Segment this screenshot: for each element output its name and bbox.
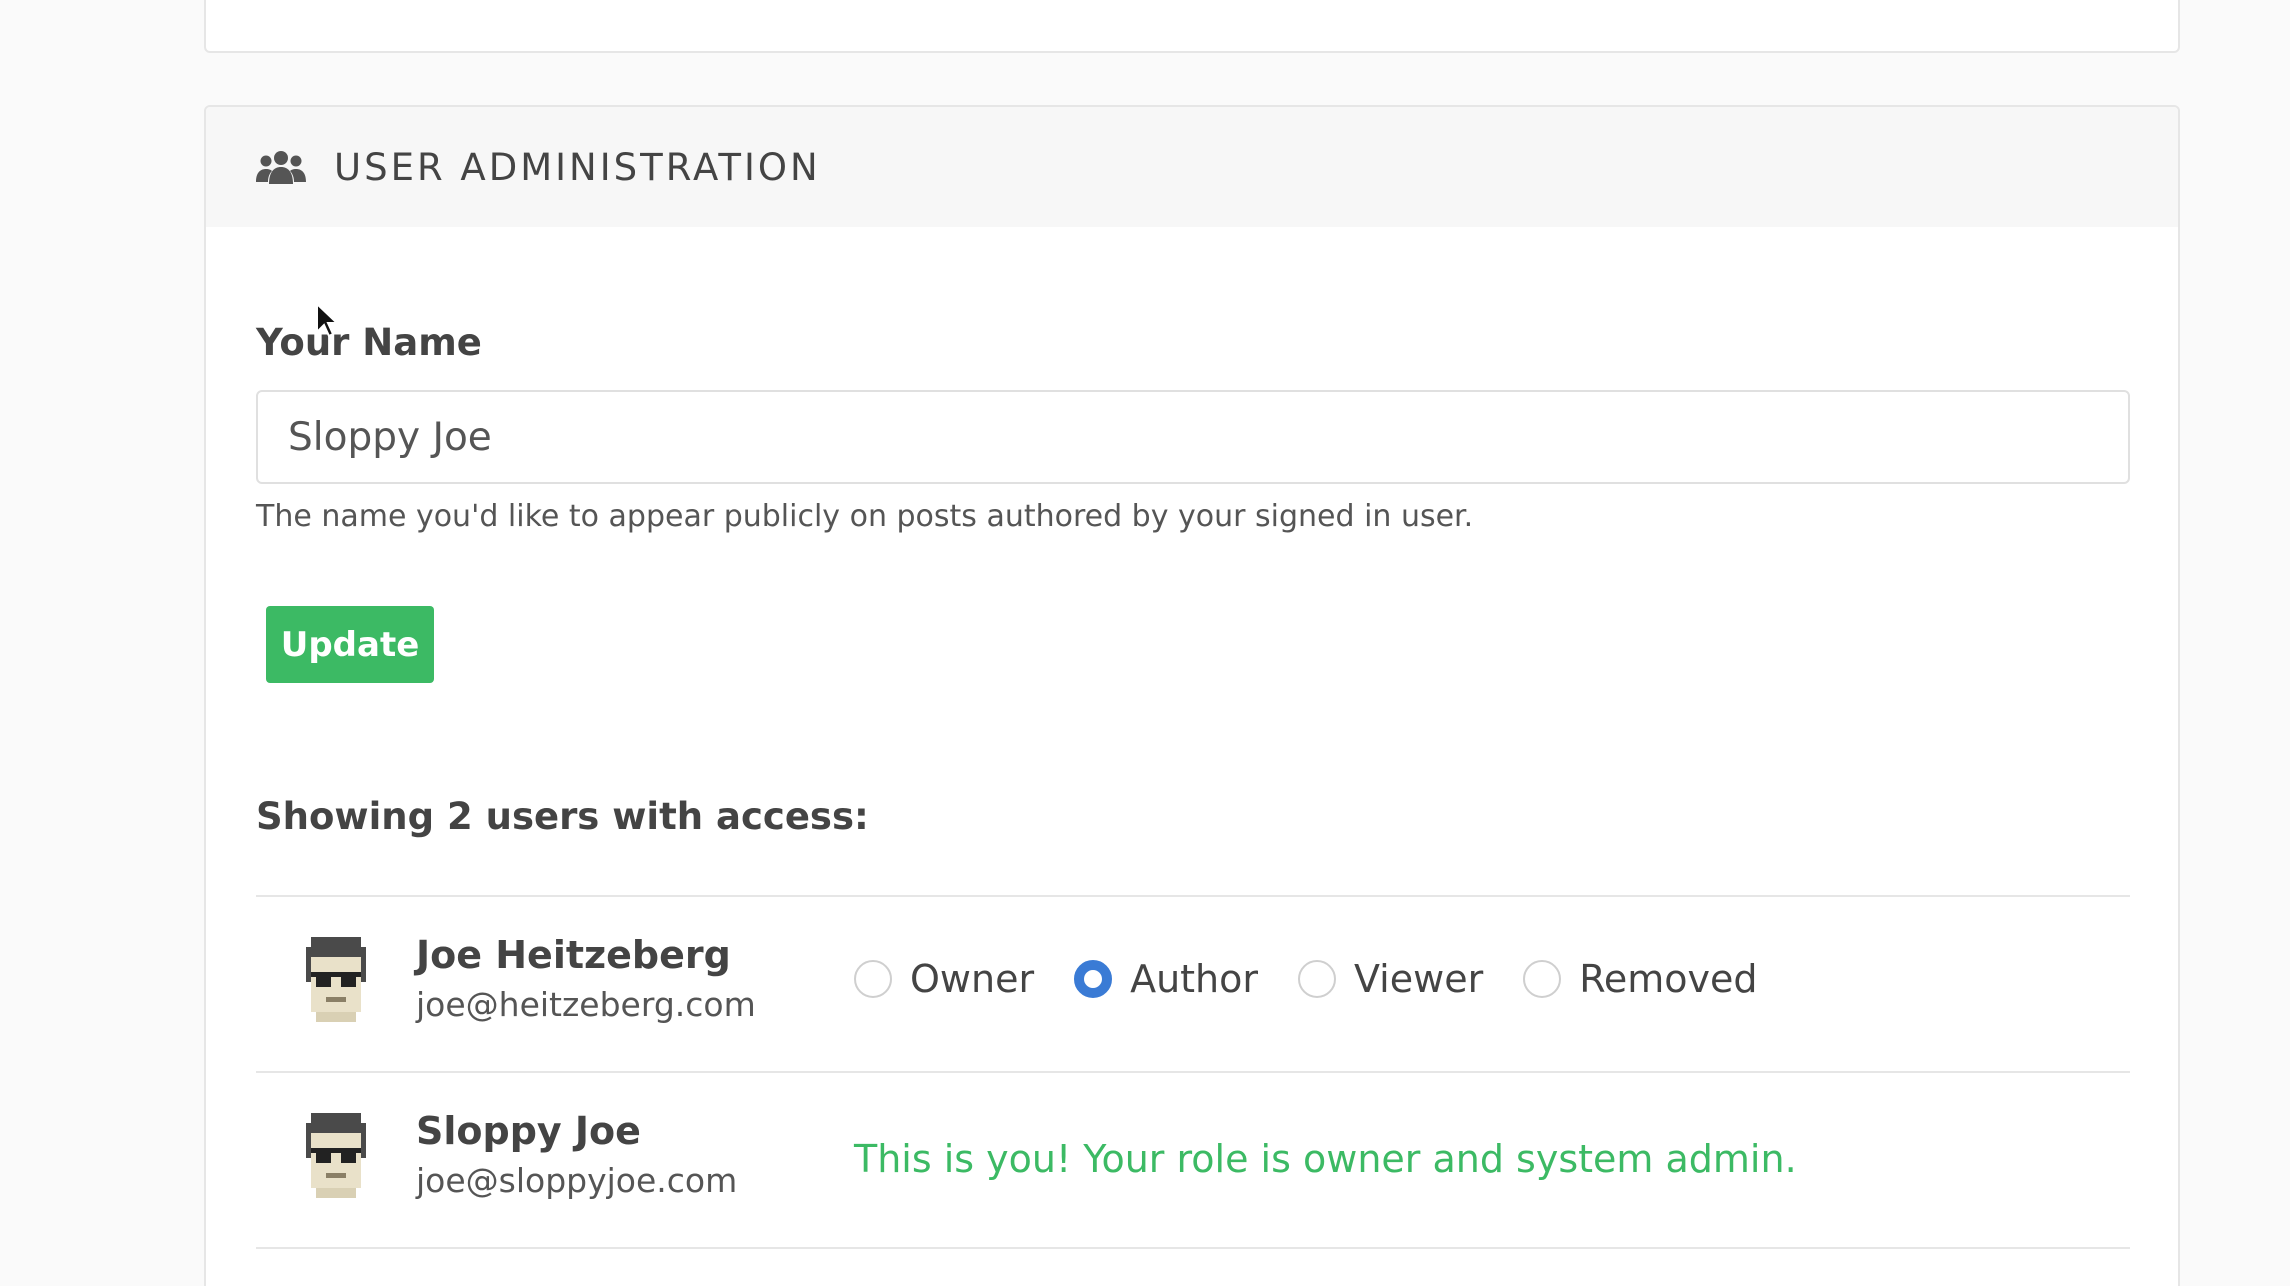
divider bbox=[256, 1247, 2130, 1249]
your-name-help-text: The name you'd like to appear publicly o… bbox=[256, 499, 1474, 534]
users-count-heading: Showing 2 users with access: bbox=[256, 795, 869, 838]
user-email: joe@heitzeberg.com bbox=[416, 985, 756, 1024]
section-title: USER ADMINISTRATION bbox=[334, 145, 821, 189]
role-option-viewer[interactable]: Viewer bbox=[1298, 957, 1483, 1001]
user-name: Sloppy Joe bbox=[416, 1109, 641, 1153]
role-option-author[interactable]: Author bbox=[1074, 957, 1258, 1001]
page: USER ADMINISTRATION Your Name The name y… bbox=[0, 0, 2290, 1286]
avatar bbox=[296, 1113, 376, 1203]
radio-viewer[interactable] bbox=[1298, 960, 1337, 998]
user-administration-card: USER ADMINISTRATION Your Name The name y… bbox=[204, 105, 2180, 1286]
user-row: Sloppy Joe joe@sloppyjoe.com This is you… bbox=[256, 1073, 2130, 1247]
user-name: Joe Heitzeberg bbox=[416, 933, 731, 977]
role-option-removed[interactable]: Removed bbox=[1523, 957, 1758, 1001]
radio-owner[interactable] bbox=[854, 960, 892, 998]
previous-card bbox=[204, 0, 2180, 53]
your-name-label: Your Name bbox=[256, 321, 482, 364]
role-label: Removed bbox=[1579, 957, 1758, 1001]
mouse-cursor-icon bbox=[315, 301, 340, 338]
update-button[interactable]: Update bbox=[266, 606, 434, 683]
users-icon bbox=[256, 150, 306, 184]
role-label: Owner bbox=[910, 957, 1035, 1001]
card-header: USER ADMINISTRATION bbox=[206, 107, 2178, 227]
avatar bbox=[296, 937, 376, 1027]
radio-author[interactable] bbox=[1074, 960, 1113, 998]
user-email: joe@sloppyjoe.com bbox=[416, 1161, 738, 1200]
radio-removed[interactable] bbox=[1523, 960, 1562, 998]
role-label: Author bbox=[1130, 957, 1259, 1001]
role-option-owner[interactable]: Owner bbox=[854, 957, 1034, 1001]
your-name-input[interactable] bbox=[256, 390, 2130, 484]
user-row: Joe Heitzeberg joe@heitzeberg.com Owner … bbox=[256, 897, 2130, 1071]
self-role-message: This is you! Your role is owner and syst… bbox=[854, 1137, 1797, 1181]
role-radio-group: Owner Author Viewer Removed bbox=[854, 957, 1798, 1001]
role-label: Viewer bbox=[1354, 957, 1484, 1001]
